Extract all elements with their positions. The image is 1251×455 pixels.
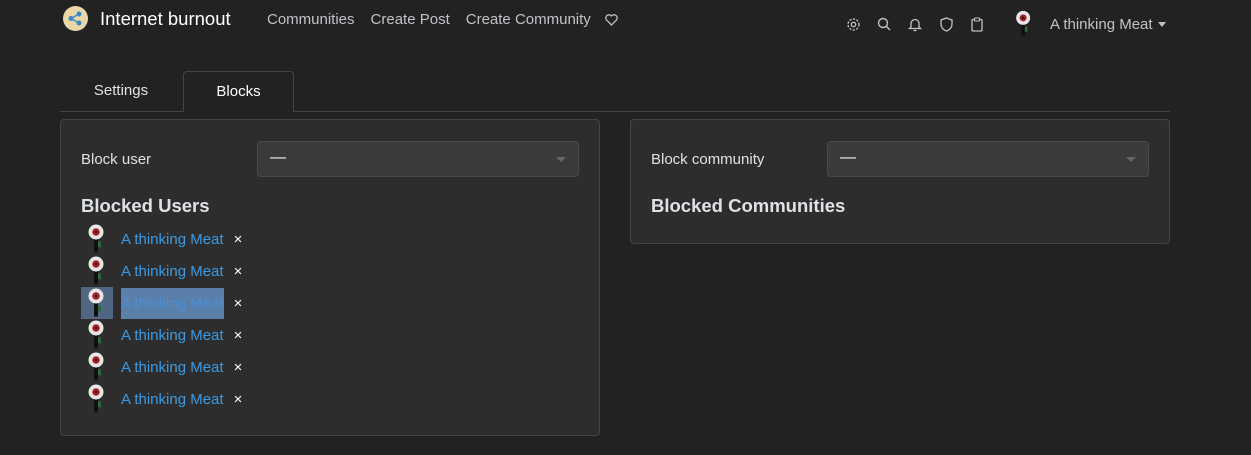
brand-title[interactable]: Internet burnout xyxy=(100,8,231,30)
nav-link-communities[interactable]: Communities xyxy=(267,11,355,28)
avatar xyxy=(81,383,113,415)
close-icon[interactable]: × xyxy=(234,327,243,344)
blocked-communities-title: Blocked Communities xyxy=(651,195,846,216)
list-item: A thinking Meat × xyxy=(81,287,242,319)
search-icon[interactable] xyxy=(876,16,892,32)
avatar xyxy=(81,351,113,383)
block-user-card: Block user — Blocked Users A thinking Me… xyxy=(60,119,600,436)
close-icon[interactable]: × xyxy=(234,359,243,376)
brand-logo-icon xyxy=(63,6,88,31)
blocked-user-link[interactable]: A thinking Meat xyxy=(121,327,224,344)
chevron-down-icon xyxy=(1126,157,1136,162)
navbar: Internet burnout Communities Create Post… xyxy=(0,0,1251,40)
list-item: A thinking Meat × xyxy=(81,223,242,255)
bell-icon[interactable] xyxy=(907,16,923,32)
blocked-users-title: Blocked Users xyxy=(81,195,210,216)
blocked-user-link[interactable]: A thinking Meat xyxy=(121,263,224,280)
blocked-user-link[interactable]: A thinking Meat xyxy=(121,287,224,319)
nav-links: Communities Create Post Create Community xyxy=(267,11,618,28)
block-community-select-value: — xyxy=(840,149,856,166)
avatar xyxy=(81,319,113,351)
close-icon[interactable]: × xyxy=(234,263,243,280)
nav-right: A thinking Meat xyxy=(845,10,1166,38)
list-item: A thinking Meat × xyxy=(81,383,242,415)
user-name[interactable]: A thinking Meat xyxy=(1050,16,1153,33)
close-icon[interactable]: × xyxy=(234,295,243,312)
avatar xyxy=(81,255,113,287)
avatar xyxy=(1016,10,1031,37)
list-item: A thinking Meat × xyxy=(81,319,242,351)
chevron-down-icon xyxy=(556,157,566,162)
nav-link-create-community[interactable]: Create Community xyxy=(466,11,591,28)
avatar xyxy=(81,223,113,255)
avatar xyxy=(81,287,113,319)
close-icon[interactable]: × xyxy=(234,231,243,248)
settings-tabs: Settings Blocks xyxy=(60,71,1170,112)
list-item: A thinking Meat × xyxy=(81,351,242,383)
clipboard-icon[interactable] xyxy=(969,16,985,32)
brand[interactable]: Internet burnout xyxy=(63,6,231,31)
nav-link-create-post[interactable]: Create Post xyxy=(371,11,450,28)
tab-blocks[interactable]: Blocks xyxy=(183,71,294,112)
block-user-label: Block user xyxy=(81,151,152,168)
heart-icon[interactable] xyxy=(605,13,618,26)
block-user-select-value: — xyxy=(270,149,286,166)
blocked-user-link[interactable]: A thinking Meat xyxy=(121,359,224,376)
block-user-select[interactable]: — xyxy=(257,141,579,177)
blocked-users-list: A thinking Meat × A thinking Meat × A th… xyxy=(81,223,242,415)
list-item: A thinking Meat × xyxy=(81,255,242,287)
user-menu[interactable]: A thinking Meat xyxy=(1010,10,1166,38)
block-community-label: Block community xyxy=(651,151,765,168)
shield-icon[interactable] xyxy=(938,16,954,32)
chevron-down-icon[interactable] xyxy=(1157,21,1166,27)
close-icon[interactable]: × xyxy=(234,391,243,408)
blocked-user-link[interactable]: A thinking Meat xyxy=(121,231,224,248)
blocked-user-link[interactable]: A thinking Meat xyxy=(121,391,224,408)
block-community-card: Block community — Blocked Communities xyxy=(630,119,1170,244)
tab-settings[interactable]: Settings xyxy=(60,71,182,111)
gear-icon[interactable] xyxy=(845,16,861,32)
block-community-select[interactable]: — xyxy=(827,141,1149,177)
